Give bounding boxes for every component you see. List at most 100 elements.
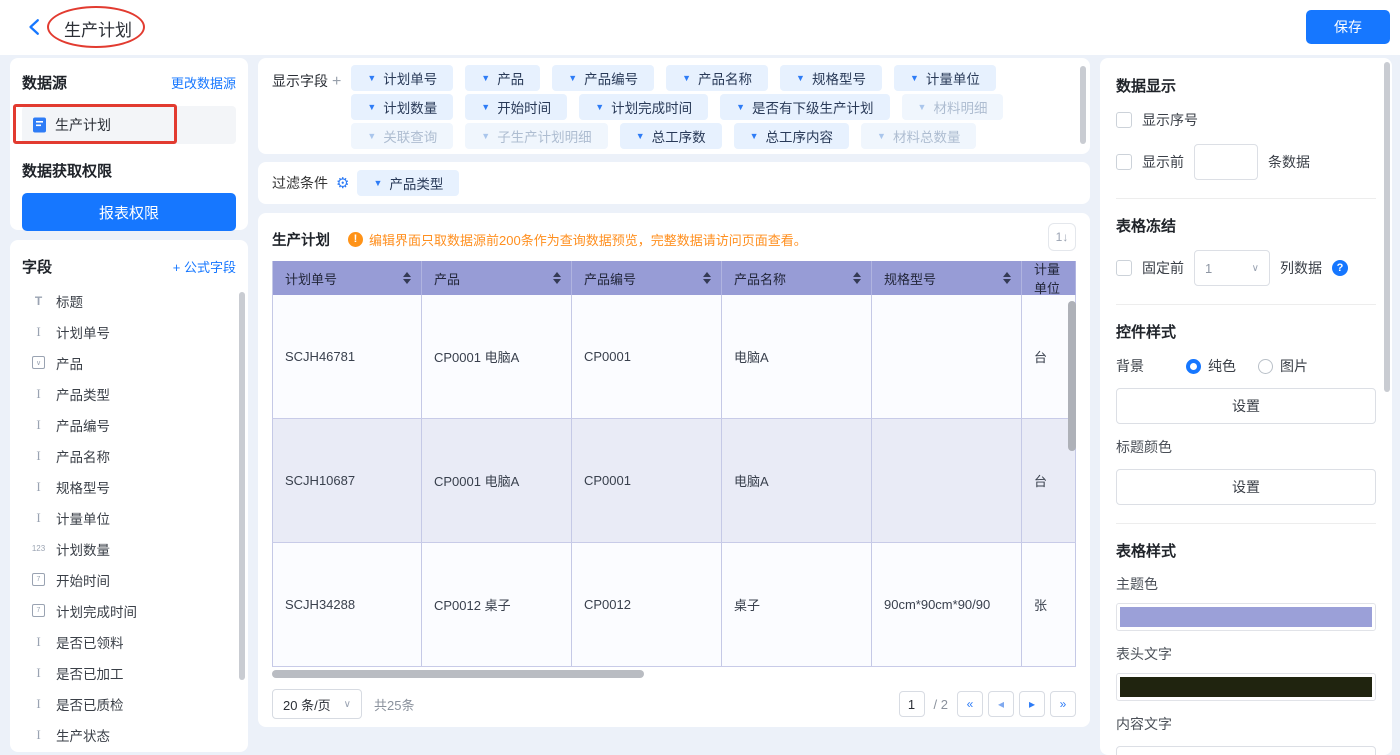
content-text-set-button[interactable]: 设置 — [1116, 746, 1376, 755]
field-item[interactable]: 123计划数量 — [22, 533, 236, 564]
background-set-button[interactable]: 设置 — [1116, 388, 1376, 424]
field-label: 生产状态 — [56, 725, 110, 745]
header-text-color-label: 表头文字 — [1116, 644, 1376, 664]
display-field-tag[interactable]: ▼计划数量 — [351, 94, 453, 120]
text-icon: I — [30, 386, 47, 402]
prev-page-button[interactable]: ◂ — [988, 691, 1014, 717]
divider — [1116, 304, 1376, 305]
cell: CP0001 — [572, 419, 722, 542]
column-header[interactable]: 产品编号 — [572, 261, 722, 295]
display-field-tag[interactable]: ▼产品 — [465, 65, 540, 91]
cell: 电脑A — [722, 419, 872, 542]
table-header-row: 计划单号 产品 产品编号 产品名称 规格型号 计量单位 — [272, 261, 1076, 295]
text-icon: I — [30, 448, 47, 464]
cell: CP0012 — [572, 543, 722, 666]
first-page-button[interactable]: « — [957, 691, 983, 717]
theme-color-swatch[interactable] — [1116, 603, 1376, 631]
freeze-suffix-label: 列数据 — [1280, 258, 1322, 278]
datasource-title: 数据源 — [22, 72, 67, 93]
change-datasource-link[interactable]: 更改数据源 — [171, 73, 236, 92]
gear-icon[interactable]: ⚙ — [336, 174, 349, 192]
sort-icon[interactable] — [403, 272, 411, 284]
display-field-tag[interactable]: ▼计量单位 — [894, 65, 996, 91]
chevron-down-icon: ∨ — [1252, 263, 1259, 274]
display-field-tag-disabled[interactable]: ▼关联查询 — [351, 123, 453, 149]
display-field-tag[interactable]: ▼总工序内容 — [734, 123, 849, 149]
sort-icon[interactable] — [703, 272, 711, 284]
show-first-count-input[interactable] — [1194, 144, 1258, 180]
show-first-checkbox[interactable] — [1116, 154, 1132, 170]
freeze-columns-checkbox[interactable] — [1116, 260, 1132, 276]
display-field-tag[interactable]: ▼产品编号 — [552, 65, 654, 91]
field-item[interactable]: I规格型号 — [22, 471, 236, 502]
solid-color-radio[interactable] — [1186, 359, 1201, 374]
display-fields-scrollbar[interactable] — [1080, 66, 1086, 144]
column-header[interactable]: 计划单号 — [272, 261, 422, 295]
column-header[interactable]: 规格型号 — [872, 261, 1022, 295]
title-color-set-button[interactable]: 设置 — [1116, 469, 1376, 505]
current-page-box[interactable]: 1 — [899, 691, 925, 717]
file-icon — [32, 117, 47, 133]
add-formula-field-link[interactable]: + 公式字段 — [173, 257, 236, 276]
back-icon[interactable] — [26, 18, 46, 38]
display-fields-panel: 显示字段+ ▼计划单号 ▼产品 ▼产品编号 ▼产品名称 ▼规格型号 ▼计量单位 … — [258, 58, 1090, 154]
display-field-tag[interactable]: ▼产品名称 — [666, 65, 768, 91]
datasource-item[interactable]: 生产计划 — [22, 106, 236, 144]
display-field-tag-disabled[interactable]: ▼材料总数量 — [861, 123, 976, 149]
field-item[interactable]: I生产状态 — [22, 719, 236, 750]
field-item[interactable]: T标题 — [22, 285, 236, 316]
select-icon: ∨ — [30, 356, 47, 369]
report-permission-button[interactable]: 报表权限 — [22, 193, 236, 231]
settings-scrollbar[interactable] — [1384, 62, 1390, 392]
freeze-count-select[interactable]: 1 ∨ — [1194, 250, 1270, 286]
table-row[interactable]: SCJH10687 CP0001 电脑A CP0001 电脑A 台 — [272, 419, 1076, 543]
top-bar: 生产计划 保存 — [0, 0, 1400, 55]
display-field-tag[interactable]: ▼总工序数 — [620, 123, 722, 149]
page-size-select[interactable]: 20 条/页 ∨ — [272, 689, 362, 719]
field-item[interactable]: ∨产品 — [22, 347, 236, 378]
field-item[interactable]: I是否已领料 — [22, 626, 236, 657]
field-item[interactable]: I计量单位 — [22, 502, 236, 533]
image-radio[interactable] — [1258, 359, 1273, 374]
display-field-tag[interactable]: ▼规格型号 — [780, 65, 882, 91]
divider — [1116, 198, 1376, 199]
column-header[interactable]: 产品 — [422, 261, 572, 295]
display-field-tag[interactable]: ▼计划单号 — [351, 65, 453, 91]
table-horizontal-scrollbar[interactable] — [272, 670, 644, 678]
field-item[interactable]: I是否已质检 — [22, 688, 236, 719]
field-item[interactable]: I计划单号 — [22, 316, 236, 347]
divider — [1116, 523, 1376, 524]
field-item[interactable]: 7计划完成时间 — [22, 595, 236, 626]
add-display-field-icon[interactable]: + — [328, 73, 341, 90]
field-item[interactable]: 7开始时间 — [22, 564, 236, 595]
cell: SCJH46781 — [272, 295, 422, 418]
field-item[interactable]: I产品类型 — [22, 378, 236, 409]
help-icon[interactable]: ? — [1332, 260, 1348, 276]
sort-icon[interactable] — [1003, 272, 1011, 284]
display-field-tag-disabled[interactable]: ▼材料明细 — [902, 94, 1004, 120]
next-page-button[interactable]: ▸ — [1019, 691, 1045, 717]
table-row[interactable]: SCJH34288 CP0012 桌子 CP0012 桌子 90cm*90cm*… — [272, 543, 1076, 667]
table-vertical-scrollbar[interactable] — [1068, 301, 1076, 451]
display-field-tag[interactable]: ▼是否有下级生产计划 — [720, 94, 889, 120]
text-icon: I — [30, 634, 47, 650]
field-item[interactable]: I产品名称 — [22, 440, 236, 471]
table-row[interactable]: SCJH46781 CP0001 电脑A CP0001 电脑A 台 — [272, 295, 1076, 419]
field-item[interactable]: I产品编号 — [22, 409, 236, 440]
sort-icon[interactable] — [553, 272, 561, 284]
column-header[interactable]: 产品名称 — [722, 261, 872, 295]
last-page-button[interactable]: » — [1050, 691, 1076, 717]
sort-order-button[interactable]: 1↓ — [1048, 223, 1076, 251]
column-header[interactable]: 计量单位 — [1022, 261, 1076, 295]
show-index-checkbox[interactable] — [1116, 112, 1132, 128]
field-item[interactable]: I是否已加工 — [22, 657, 236, 688]
display-field-tag[interactable]: ▼开始时间 — [465, 94, 567, 120]
filter-tag[interactable]: ▼产品类型 — [357, 170, 459, 196]
display-field-tag-disabled[interactable]: ▼子生产计划明细 — [465, 123, 607, 149]
save-button[interactable]: 保存 — [1306, 10, 1390, 44]
fields-scrollbar[interactable] — [239, 292, 245, 680]
chevron-down-icon: ▼ — [796, 73, 805, 83]
header-text-color-swatch[interactable] — [1116, 673, 1376, 701]
sort-icon[interactable] — [853, 272, 861, 284]
display-field-tag[interactable]: ▼计划完成时间 — [579, 94, 708, 120]
